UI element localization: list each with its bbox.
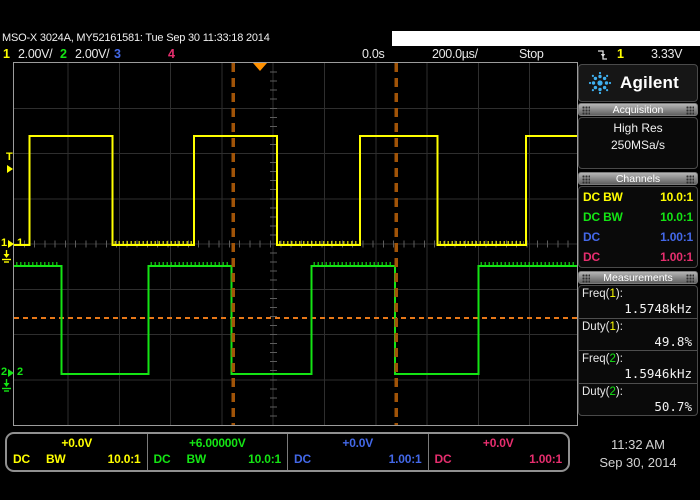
oscilloscope-screen: MSO-X 3024A, MY52161581: Tue Sep 30 11:3… [0, 0, 700, 500]
agilent-logo-icon [587, 70, 613, 96]
measurements-section-header[interactable]: Measurements [578, 271, 698, 284]
acquisition-header-label: Acquisition [613, 104, 664, 116]
ch2-scale[interactable]: 2.00V/ [75, 47, 109, 61]
acquisition-section-header[interactable]: Acquisition [578, 103, 698, 116]
ch2-coupling: DC BW [583, 210, 623, 224]
grip-icon [582, 175, 590, 184]
trigger-source[interactable]: 1 [617, 47, 624, 61]
measurement-label: Duty(1): [579, 319, 697, 334]
ch3-probe-label: 1.00:1 [389, 451, 422, 467]
channel-info-row[interactable]: DC 1.00:1 [579, 247, 697, 267]
ch4-coupling-label: DC [435, 451, 452, 467]
clock: 11:32 AM Sep 30, 2014 [578, 436, 698, 472]
ch3-offset: +0.0V [288, 435, 428, 451]
measurements-panel: Freq(1): 1.5748kHz Duty(1): 49.8% Freq(2… [578, 285, 698, 416]
ch1-probe-ratio: 10.0:1 [660, 190, 693, 204]
channel-settings-bar: +0.0V DC BW 10.0:1 +6.00000V DC BW 10.0:… [5, 432, 570, 472]
grip-icon [686, 175, 694, 184]
ch2-number[interactable]: 2 [60, 47, 67, 61]
grip-icon [582, 106, 590, 115]
acquisition-mode: High Res [579, 121, 697, 135]
ch4-offset: +0.0V [429, 435, 569, 451]
ch2-offset: +6.00000V [148, 435, 288, 451]
ch1-ground-label: 1 [1, 238, 7, 249]
ch4-probe-label: 1.00:1 [529, 451, 562, 467]
run-state[interactable]: Stop [519, 47, 544, 61]
measurement-value: 49.8% [579, 334, 697, 350]
ch1-number[interactable]: 1 [3, 47, 10, 61]
ch4-coupling: DC [583, 250, 600, 264]
ch2-trace-label: 2 [17, 367, 23, 378]
timebase-scale[interactable]: 200.0µs/ [432, 47, 478, 61]
measurement-row[interactable]: Duty(2): 50.7% [579, 383, 697, 416]
measurement-label: Freq(1): [579, 286, 697, 301]
measurement-value: 1.5748kHz [579, 301, 697, 317]
brand-panel: Agilent [578, 64, 698, 102]
channels-section-header[interactable]: Channels [578, 172, 698, 185]
channel-info-row[interactable]: DC BW 10.0:1 [579, 207, 697, 227]
ch1-ground-arrow-icon [8, 240, 14, 248]
ch2-ground-arrow-icon [8, 369, 14, 377]
waveform-graticule [13, 62, 578, 426]
channel-info-row[interactable]: DC BW 10.0:1 [579, 187, 697, 207]
ch1-scale[interactable]: 2.00V/ [18, 47, 52, 61]
screen-body: 1 2.00V/ 2 2.00V/ 3 4 0.0s 200.0µs/ Stop… [0, 46, 700, 500]
ch4-probe-ratio: 1.00:1 [660, 250, 693, 264]
measurement-row[interactable]: Freq(2): 1.5946kHz [579, 350, 697, 383]
ch2-ground-icon [1, 379, 12, 397]
grip-icon [686, 106, 694, 115]
horizontal-delay[interactable]: 0.0s [362, 47, 384, 61]
ch1-offset: +0.0V [7, 435, 147, 451]
acquisition-panel: High Res 250MSa/s [578, 117, 698, 169]
ch1-coupling: DC BW [583, 190, 623, 204]
trigger-edge-icon [597, 48, 608, 64]
ch4-number[interactable]: 4 [168, 47, 175, 61]
trigger-arrow-icon [7, 165, 13, 173]
measurement-value: 50.7% [579, 399, 697, 415]
grip-icon [686, 274, 694, 283]
measurements-header-label: Measurements [603, 272, 672, 284]
ch2-settings-box[interactable]: +6.00000V DC BW 10.0:1 [147, 434, 288, 470]
ch1-ground-icon [1, 250, 12, 268]
brand-name: Agilent [620, 73, 679, 93]
clock-time: 11:32 AM [578, 436, 698, 454]
trigger-level[interactable]: 3.33V [651, 47, 682, 61]
time-reference-marker-icon [253, 63, 267, 71]
ch1-coupling-label: DC [13, 451, 30, 467]
status-bar: 1 2.00V/ 2 2.00V/ 3 4 0.0s 200.0µs/ Stop… [0, 46, 700, 63]
waveform-canvas [14, 63, 577, 425]
ch1-probe-label: 10.0:1 [108, 451, 141, 467]
grip-icon [582, 274, 590, 283]
ch2-probe-ratio: 10.0:1 [660, 210, 693, 224]
ch1-bw-limit: BW [46, 451, 66, 467]
channels-header-label: Channels [616, 173, 660, 185]
ch3-settings-box[interactable]: +0.0V DC 1.00:1 [287, 434, 428, 470]
clock-date: Sep 30, 2014 [578, 454, 698, 472]
ch3-number[interactable]: 3 [114, 47, 121, 61]
ch4-settings-box[interactable]: +0.0V DC 1.00:1 [428, 434, 569, 470]
trigger-level-marker: T [6, 152, 13, 163]
title-bar: MSO-X 3024A, MY52161581: Tue Sep 30 11:3… [0, 31, 392, 46]
measurement-value: 1.5946kHz [579, 366, 697, 382]
sample-rate: 250MSa/s [579, 138, 697, 152]
measurement-label: Duty(2): [579, 384, 697, 399]
ch2-probe-label: 10.0:1 [248, 451, 281, 467]
measurement-label: Freq(2): [579, 351, 697, 366]
ch2-bw-limit: BW [186, 451, 206, 467]
ch3-coupling: DC [583, 230, 600, 244]
measurement-row[interactable]: Duty(1): 49.8% [579, 318, 697, 351]
instrument-title: MSO-X 3024A, MY52161581: Tue Sep 30 11:3… [2, 32, 270, 44]
ch1-settings-box[interactable]: +0.0V DC BW 10.0:1 [7, 434, 147, 470]
measurement-row[interactable]: Freq(1): 1.5748kHz [579, 286, 697, 318]
channels-panel: DC BW 10.0:1 DC BW 10.0:1 DC 1.00:1 DC 1… [578, 186, 698, 268]
ch1-trace-label: 1 [17, 238, 23, 249]
ch3-probe-ratio: 1.00:1 [660, 230, 693, 244]
channel-info-row[interactable]: DC 1.00:1 [579, 227, 697, 247]
top-black-band [0, 0, 700, 31]
ch2-coupling-label: DC [154, 451, 171, 467]
ch2-ground-label: 2 [1, 367, 7, 378]
ch3-coupling-label: DC [294, 451, 311, 467]
